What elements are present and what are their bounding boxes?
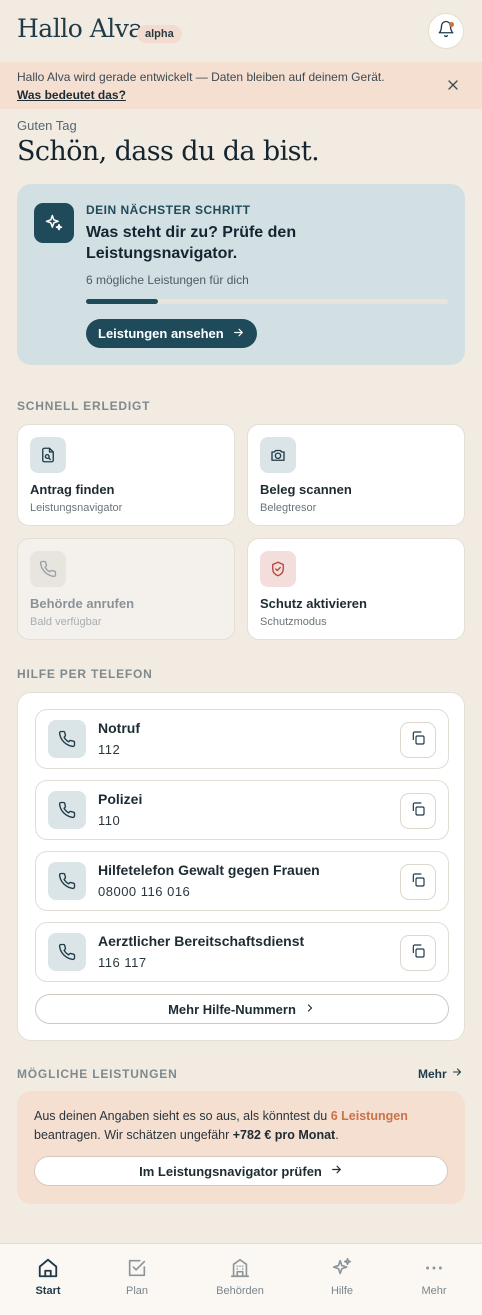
tile-title: Schutz aktivieren — [260, 596, 367, 611]
phone-icon — [48, 933, 86, 971]
copy-icon — [410, 801, 426, 822]
tile-sub: Bald verfügbar — [30, 616, 102, 628]
phone-row-police[interactable]: Polizei 110 — [35, 780, 449, 840]
nav-item-start[interactable]: Start — [0, 1244, 96, 1315]
phone-help-card: Notruf 112 Polizei 110 Hilfetelefon Gewa… — [17, 692, 465, 1041]
nav-label: Hilfe — [330, 1285, 353, 1297]
phone-number: 112 — [98, 742, 121, 757]
tile-scan-receipt[interactable]: Beleg scannen Belegtresor — [247, 424, 465, 526]
app-title: Hallo Alva — [17, 14, 143, 43]
nav-label: Plan — [125, 1285, 149, 1297]
tile-sub: Belegtresor — [260, 502, 317, 514]
next-step-kicker: DEIN NÄCHSTER SCHRITT — [86, 203, 251, 217]
copy-icon — [410, 730, 426, 751]
more-dots-icon — [422, 1256, 446, 1280]
phone-row-medical-service[interactable]: Aerztlicher Bereitschaftsdienst 116 117 — [35, 922, 449, 982]
progress-bar — [86, 299, 448, 304]
notification-dot — [449, 22, 454, 27]
camera-icon — [260, 437, 296, 473]
copy-icon — [410, 943, 426, 964]
phone-section-title: HILFE PER TELEFON — [17, 667, 153, 681]
tile-call-authority: Behörde anrufen Bald verfügbar — [17, 538, 235, 640]
phone-row-emergency[interactable]: Notruf 112 — [35, 709, 449, 769]
greeting-sub: Guten Tag — [17, 118, 77, 133]
benefits-text-middle: beantragen. Wir schätzen ungefähr — [34, 1128, 233, 1142]
benefits-card: Aus deinen Angaben sieht es so aus, als … — [17, 1091, 465, 1204]
nav-label: Start — [35, 1285, 61, 1297]
tile-title: Antrag finden — [30, 482, 115, 497]
copy-button[interactable] — [400, 793, 436, 829]
phone-name: Notruf — [98, 720, 140, 736]
benefits-more-link[interactable]: Mehr — [418, 1066, 463, 1081]
benefits-text: Aus deinen Angaben sieht es so aus, als … — [34, 1107, 454, 1145]
more-numbers-label: Mehr Hilfe-Nummern — [168, 1001, 296, 1017]
greeting-main: Schön, dass du da bist. — [17, 136, 320, 167]
dev-banner: Hallo Alva wird gerade entwickelt — Date… — [0, 62, 482, 109]
building-icon — [228, 1256, 252, 1280]
app-header: Hallo Alva alpha — [0, 0, 482, 62]
check-navigator-button[interactable]: Im Leistungsnavigator prüfen — [34, 1156, 448, 1186]
phone-icon — [48, 720, 86, 758]
next-step-title: Was steht dir zu? Prüfe den Leistungsnav… — [86, 224, 297, 262]
phone-icon — [48, 862, 86, 900]
view-benefits-button[interactable]: Leistungen ansehen — [86, 319, 257, 348]
copy-button[interactable] — [400, 935, 436, 971]
sparkles-icon — [330, 1256, 354, 1280]
phone-icon — [48, 791, 86, 829]
close-icon[interactable] — [445, 77, 461, 93]
alpha-badge: alpha — [137, 25, 182, 43]
notifications-button[interactable] — [428, 13, 464, 49]
chevron-right-icon — [304, 1002, 316, 1017]
copy-button[interactable] — [400, 722, 436, 758]
tile-sub: Leistungsnavigator — [30, 502, 123, 514]
phone-name: Polizei — [98, 791, 143, 807]
arrow-right-icon — [232, 326, 245, 342]
arrow-right-icon — [451, 1066, 463, 1081]
sparkles-icon — [34, 203, 74, 243]
nav-item-authorities[interactable]: Behörden — [192, 1244, 288, 1315]
benefits-count: 6 Leistungen — [330, 1109, 408, 1123]
quick-section-title: SCHNELL ERLEDIGT — [17, 399, 151, 413]
copy-button[interactable] — [400, 864, 436, 900]
checkbox-icon — [125, 1256, 149, 1280]
phone-number: 116 117 — [98, 955, 147, 970]
next-step-card: DEIN NÄCHSTER SCHRITT Was steht dir zu? … — [17, 184, 465, 365]
benefits-amount: +782 € pro Monat — [232, 1128, 336, 1142]
check-navigator-label: Im Leistungsnavigator prüfen — [139, 1163, 322, 1179]
tile-title: Behörde anrufen — [30, 596, 135, 611]
phone-number: 110 — [98, 813, 121, 828]
phone-icon — [30, 551, 66, 587]
copy-icon — [410, 872, 426, 893]
phone-number: 08000 116 016 — [98, 884, 191, 899]
arrow-right-icon — [330, 1163, 343, 1179]
tile-title: Beleg scannen — [260, 482, 352, 497]
next-step-meta: 6 mögliche Leistungen für dich — [86, 273, 249, 287]
more-link-label: Mehr — [418, 1066, 447, 1081]
phone-name: Hilfetelefon Gewalt gegen Frauen — [98, 862, 320, 878]
tile-activate-protection[interactable]: Schutz aktivieren Schutzmodus — [247, 538, 465, 640]
phone-name: Aerztlicher Bereitschaftsdienst — [98, 933, 305, 949]
banner-text: Hallo Alva wird gerade entwickelt — Date… — [17, 70, 385, 84]
shield-icon — [260, 551, 296, 587]
phone-row-women-helpline[interactable]: Hilfetelefon Gewalt gegen Frauen 08000 1… — [35, 851, 449, 911]
nav-item-more[interactable]: Mehr — [386, 1244, 482, 1315]
nav-label: Mehr — [421, 1285, 447, 1297]
nav-item-plan[interactable]: Plan — [89, 1244, 185, 1315]
more-numbers-button[interactable]: Mehr Hilfe-Nummern — [35, 994, 449, 1024]
nav-item-help[interactable]: Hilfe — [294, 1244, 390, 1315]
nav-label: Behörden — [216, 1285, 264, 1297]
home-icon — [36, 1256, 60, 1280]
benefits-text-before: Aus deinen Angaben sieht es so aus, als … — [34, 1109, 331, 1123]
banner-link[interactable]: Was bedeutet das? — [17, 88, 126, 102]
benefits-section-title: MÖGLICHE LEISTUNGEN — [17, 1067, 178, 1081]
progress-fill — [86, 299, 159, 304]
tile-sub: Schutzmodus — [260, 616, 327, 628]
view-benefits-label: Leistungen ansehen — [98, 326, 224, 341]
tile-find-application[interactable]: Antrag finden Leistungsnavigator — [17, 424, 235, 526]
bottom-navigation: Start Plan Behörden Hilfe Mehr — [0, 1243, 482, 1315]
benefits-text-after: . — [335, 1128, 339, 1142]
document-search-icon — [30, 437, 66, 473]
